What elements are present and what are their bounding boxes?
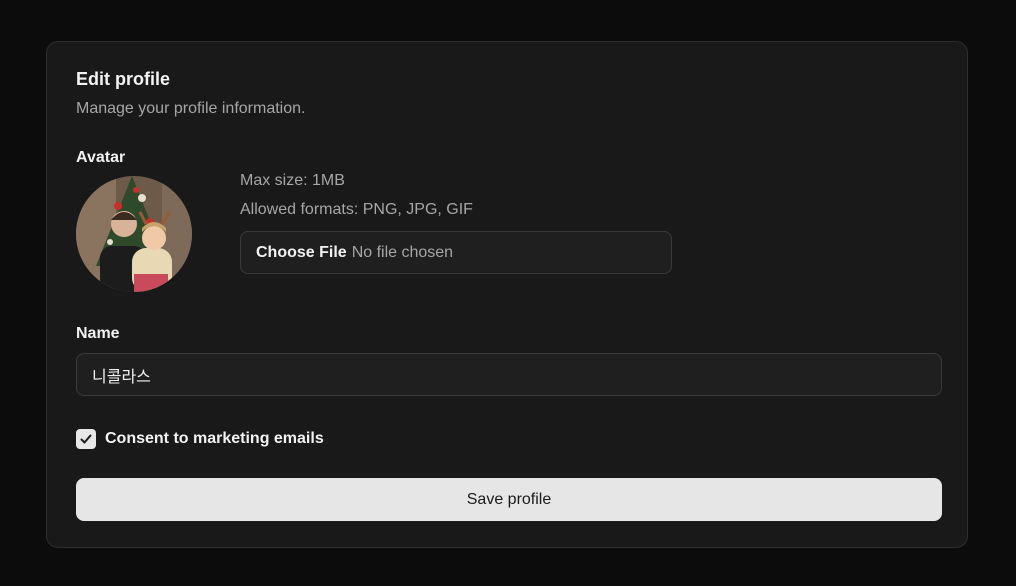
avatar-file-input[interactable]: Choose File No file chosen [240,231,672,274]
file-status: No file chosen [351,243,454,261]
consent-label: Consent to marketing emails [105,430,324,447]
page-subtitle: Manage your profile information. [76,100,306,117]
consent-row[interactable]: Consent to marketing emails [76,429,324,449]
edit-profile-card: Edit profile Manage your profile informa… [46,41,968,548]
avatar-label: Avatar [76,149,126,166]
choose-file-button[interactable]: Choose File [256,244,347,262]
avatar-max-size: Max size: 1MB [240,172,345,189]
avatar-photo [76,176,192,292]
save-profile-button[interactable]: Save profile [76,478,942,521]
page-title: Edit profile [76,69,170,89]
name-label: Name [76,325,120,342]
avatar [76,176,192,292]
avatar-allowed-formats: Allowed formats: PNG, JPG, GIF [240,201,473,218]
consent-checkbox[interactable] [76,429,96,449]
checkmark-icon [80,434,92,444]
name-input[interactable] [76,353,942,396]
